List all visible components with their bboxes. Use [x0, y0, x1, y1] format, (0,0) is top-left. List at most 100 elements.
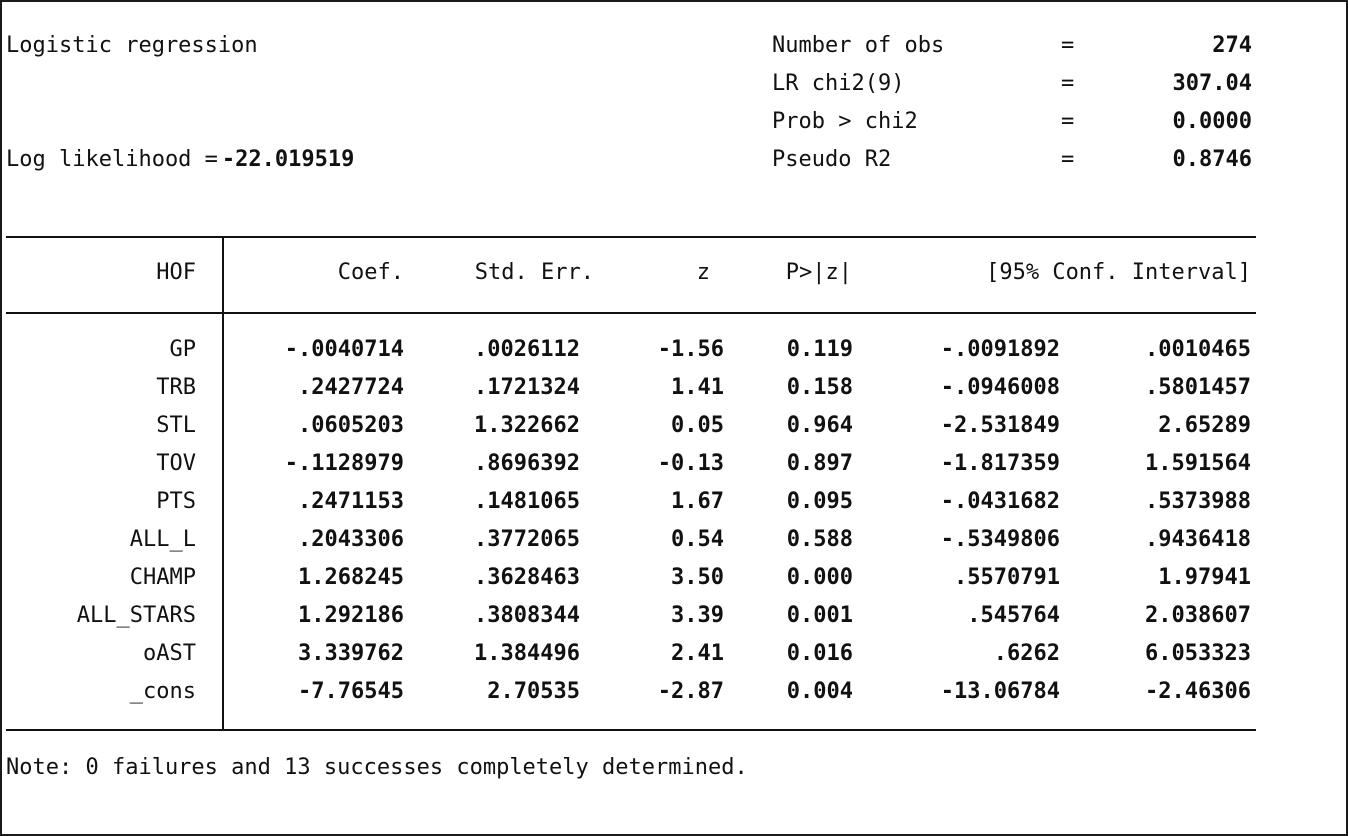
cell-ci-upper: 6.053323	[1145, 641, 1251, 666]
cell-coef: -.1128979	[284, 451, 404, 476]
cell-coef: .2427724	[298, 375, 404, 400]
cell-p: 0.964	[786, 413, 853, 438]
cell-z: 0.05	[671, 413, 724, 438]
table-row: oAST 3.339762 1.384496 2.41 0.016 .6262 6.0533…	[0, 643, 1348, 673]
cell-z: -1.56	[657, 337, 724, 362]
table-top-rule	[6, 236, 1256, 238]
cell-ci-lower: .545764	[967, 603, 1060, 628]
stat-value-lrchi2: 307.04	[1172, 71, 1252, 96]
table-bottom-rule	[6, 729, 1256, 731]
cell-p: 0.004	[786, 679, 853, 704]
stat-value-prob: 0.0000	[1172, 109, 1252, 134]
cell-var: _cons	[129, 679, 196, 704]
cell-se: .8696392	[474, 451, 580, 476]
cell-ci-upper: 2.038607	[1145, 603, 1251, 628]
cell-ci-lower: .6262	[993, 641, 1060, 666]
stat-value-nobs: 274	[1212, 33, 1252, 58]
cell-z: 2.41	[671, 641, 724, 666]
cell-var: CHAMP	[129, 565, 196, 590]
cell-z: -2.87	[657, 679, 724, 704]
stat-value-pseudor2: 0.8746	[1172, 147, 1252, 172]
cell-se: .1481065	[474, 489, 580, 514]
cell-var: GP	[169, 337, 197, 362]
cell-ci-lower: .5570791	[954, 565, 1060, 590]
cell-se: 2.70535	[487, 679, 580, 704]
cell-coef: .2471153	[298, 489, 404, 514]
cell-p: 0.095	[786, 489, 853, 514]
cell-z: -0.13	[657, 451, 724, 476]
cell-p: 0.000	[786, 565, 853, 590]
cell-coef: 1.268245	[298, 565, 404, 590]
cell-coef: 1.292186	[298, 603, 404, 628]
cell-p: 0.119	[786, 337, 853, 362]
cell-var: PTS	[156, 489, 196, 514]
cell-ci-upper: 2.65289	[1158, 413, 1251, 438]
cell-p: 0.016	[786, 641, 853, 666]
stat-label-prob: Prob > chi2	[772, 109, 918, 134]
stat-eq-nobs: =	[1061, 33, 1075, 58]
cell-se: .3772065	[474, 527, 580, 552]
log-likelihood: Log likelihood = -22.019519	[6, 149, 354, 171]
cell-ci-upper: .0010465	[1145, 337, 1251, 362]
cell-var: STL	[156, 413, 196, 438]
cell-coef: -7.76545	[298, 679, 404, 704]
cell-z: 1.67	[671, 489, 724, 514]
cell-ci-upper: 1.591564	[1145, 451, 1251, 476]
footnote: Note: 0 failures and 13 successes comple…	[6, 755, 748, 780]
loglik-value: -22.019519	[221, 147, 355, 172]
cell-z: 3.50	[671, 565, 724, 590]
stat-eq-prob: =	[1061, 109, 1075, 134]
table-row: PTS .2471153 .1481065 1.67 0.095 -.0431682 .53…	[0, 491, 1348, 521]
table-row: STL .0605203 1.322662 0.05 0.964 -2.531849 2.6…	[0, 415, 1348, 445]
stat-label-pseudor2: Pseudo R2	[772, 147, 892, 172]
stat-eq-lrchi2: =	[1061, 71, 1075, 96]
cell-ci-upper: .9436418	[1145, 527, 1251, 552]
cell-ci-upper: 1.97941	[1158, 565, 1251, 590]
col-header-coef: Coef.	[337, 260, 404, 285]
table-row: _cons -7.76545 2.70535 -2.87 0.004 -13.06784 -…	[0, 681, 1348, 711]
cell-var: TOV	[156, 451, 196, 476]
cell-ci-lower: -2.531849	[940, 413, 1060, 438]
cell-ci-upper: .5373988	[1145, 489, 1251, 514]
cell-var: TRB	[156, 375, 196, 400]
stat-label-lrchi2: LR chi2(9)	[772, 71, 905, 96]
cell-coef: -.0040714	[284, 337, 404, 362]
cell-ci-lower: -.0091892	[940, 337, 1060, 362]
table-row: GP -.0040714 .0026112 -1.56 0.119 -.0091892 .0…	[0, 339, 1348, 369]
table-row: ALL_L .2043306 .3772065 0.54 0.588 -.5349806.…	[0, 529, 1348, 559]
cell-ci-lower: -1.817359	[940, 451, 1060, 476]
cell-se: 1.384496	[474, 641, 580, 666]
cell-se: .0026112	[474, 337, 580, 362]
table-row: TOV -.1128979 .8696392 -0.13 0.897 -1.817359 1…	[0, 453, 1348, 483]
cell-ci-upper: .5801457	[1145, 375, 1251, 400]
loglik-label: Log likelihood =	[6, 147, 218, 172]
cell-var: ALL_STARS	[76, 603, 196, 628]
table-header-rule	[6, 312, 1256, 314]
cell-ci-lower: -.0946008	[940, 375, 1060, 400]
col-header-se: Std. Err.	[474, 260, 594, 285]
stat-label-nobs: Number of obs	[772, 33, 945, 58]
cell-p: 0.588	[786, 527, 853, 552]
cell-var: oAST	[143, 641, 196, 666]
cell-p: 0.001	[786, 603, 853, 628]
table-row: TRB .2427724 .1721324 1.41 0.158 -.0946008 .58…	[0, 377, 1348, 407]
cell-z: 0.54	[671, 527, 724, 552]
col-header-ci: [95% Conf. Interval]	[986, 260, 1251, 285]
cell-se: .3808344	[474, 603, 580, 628]
col-header-z: z	[696, 260, 710, 285]
table-row: ALL_STARS 1.292186 .3808344 3.39 0.001 .54576…	[0, 605, 1348, 635]
col-header-p: P>|z|	[785, 260, 852, 285]
model-title: Logistic regression	[6, 33, 258, 58]
cell-coef: .2043306	[298, 527, 404, 552]
cell-coef: .0605203	[298, 413, 404, 438]
cell-ci-upper: -2.46306	[1145, 679, 1251, 704]
cell-ci-lower: -.0431682	[940, 489, 1060, 514]
stat-eq-pseudor2: =	[1061, 147, 1075, 172]
cell-se: .1721324	[474, 375, 580, 400]
cell-z: 1.41	[671, 375, 724, 400]
cell-p: 0.158	[786, 375, 853, 400]
cell-se: 1.322662	[474, 413, 580, 438]
cell-ci-lower: -.5349806	[940, 527, 1060, 552]
table-row: CHAMP 1.268245 .3628463 3.50 0.000 .5570791 1.…	[0, 567, 1348, 597]
cell-z: 3.39	[671, 603, 724, 628]
